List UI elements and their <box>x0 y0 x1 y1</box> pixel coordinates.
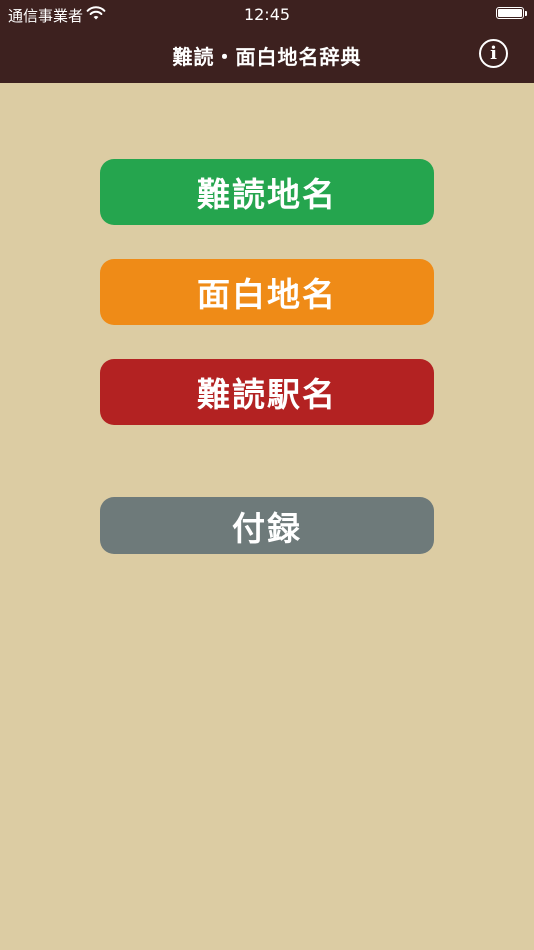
appendix-button[interactable]: 付録 <box>100 497 434 554</box>
difficult-place-names-button[interactable]: 難読地名 <box>100 159 434 225</box>
status-bar: 通信事業者 12:45 <box>0 0 534 28</box>
status-time: 12:45 <box>243 5 291 24</box>
difficult-station-names-button[interactable]: 難読駅名 <box>100 359 434 425</box>
navigation-bar: 通信事業者 12:45 難読・面白地名辞典 i <box>0 0 534 83</box>
info-button[interactable]: i <box>479 39 508 68</box>
funny-place-names-button[interactable]: 面白地名 <box>100 259 434 325</box>
page-title: 難読・面白地名辞典 <box>172 45 362 69</box>
battery-icon <box>496 7 527 19</box>
info-icon: i <box>490 43 497 64</box>
